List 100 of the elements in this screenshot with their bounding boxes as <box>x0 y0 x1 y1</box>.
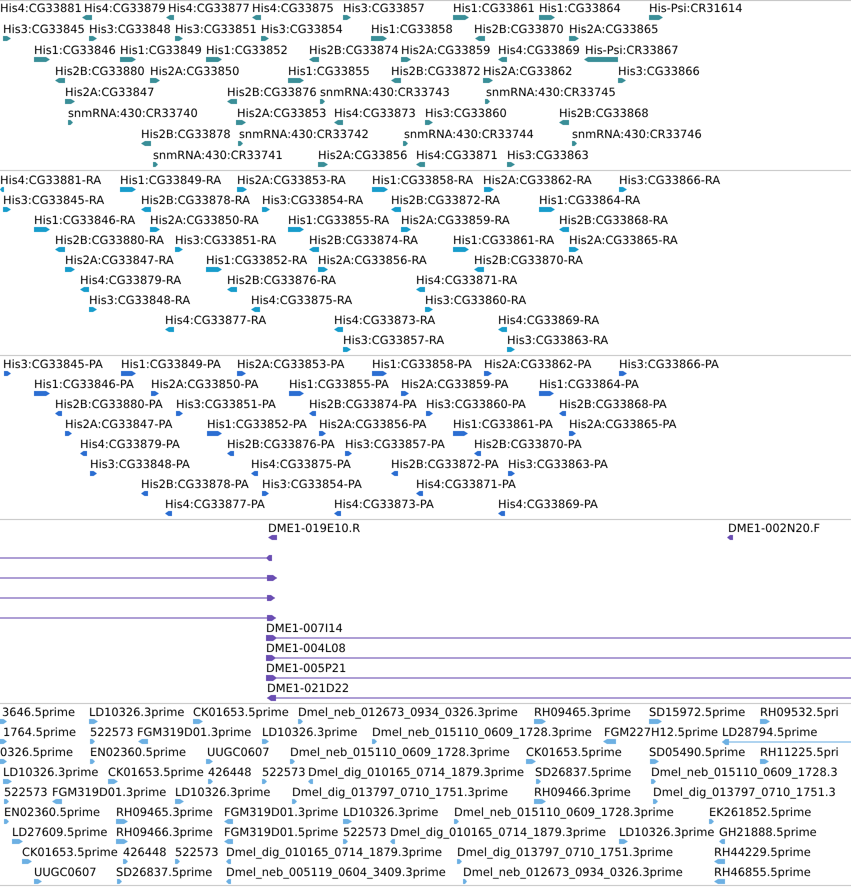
est-arrow-icon[interactable] <box>649 719 662 724</box>
est-arrow-icon[interactable] <box>290 759 295 764</box>
gene-arrow-icon[interactable] <box>371 36 387 41</box>
gene-arrow-icon[interactable] <box>453 15 469 20</box>
transcript-arrow-icon[interactable] <box>484 187 494 192</box>
est-arrow-icon[interactable] <box>4 799 9 804</box>
est-arrow-icon[interactable] <box>224 839 233 844</box>
clone-arrow-icon[interactable] <box>268 535 277 540</box>
gene-arrow-icon[interactable] <box>572 141 577 146</box>
transcript-arrow-icon[interactable] <box>539 207 555 212</box>
est-arrow-icon[interactable] <box>90 759 95 764</box>
est-arrow-icon[interactable] <box>619 839 628 844</box>
est-arrow-icon[interactable] <box>138 739 148 744</box>
protein-arrow-icon[interactable] <box>498 511 505 516</box>
gene-arrow-icon[interactable] <box>403 141 408 146</box>
transcript-arrow-icon[interactable] <box>80 287 89 292</box>
transcript-arrow-icon[interactable] <box>401 227 411 232</box>
gene-arrow-icon[interactable] <box>288 78 304 83</box>
est-arrow-icon[interactable] <box>52 799 62 804</box>
est-arrow-icon[interactable] <box>206 759 213 764</box>
protein-arrow-icon[interactable] <box>262 491 269 496</box>
protein-arrow-icon[interactable] <box>237 371 246 376</box>
gene-arrow-icon[interactable] <box>334 120 343 125</box>
gene-arrow-icon[interactable] <box>227 99 237 104</box>
gene-arrow-icon[interactable] <box>55 78 65 83</box>
protein-arrow-icon[interactable] <box>416 491 423 496</box>
gene-arrow-icon[interactable] <box>141 141 151 146</box>
est-arrow-icon[interactable] <box>390 839 395 844</box>
transcript-arrow-icon[interactable] <box>559 227 569 232</box>
est-arrow-icon[interactable] <box>12 839 23 844</box>
transcript-arrow-icon[interactable] <box>237 187 247 192</box>
protein-arrow-icon[interactable] <box>4 371 11 376</box>
est-arrow-icon[interactable] <box>719 839 725 844</box>
transcript-arrow-icon[interactable] <box>34 227 50 232</box>
protein-arrow-icon[interactable] <box>151 391 159 396</box>
gene-arrow-icon[interactable] <box>68 120 73 125</box>
est-arrow-icon[interactable] <box>226 859 231 864</box>
gene-arrow-icon[interactable] <box>483 78 493 83</box>
est-arrow-icon[interactable] <box>0 739 7 744</box>
protein-arrow-icon[interactable] <box>65 431 72 436</box>
est-arrow-icon[interactable] <box>208 779 213 784</box>
est-arrow-icon[interactable] <box>343 819 352 824</box>
est-arrow-icon[interactable] <box>709 819 714 824</box>
transcript-arrow-icon[interactable] <box>165 327 174 332</box>
protein-arrow-icon[interactable] <box>251 471 258 476</box>
protein-arrow-icon[interactable] <box>55 411 62 416</box>
gene-arrow-icon[interactable] <box>416 162 425 167</box>
transcript-arrow-icon[interactable] <box>507 347 515 352</box>
gene-arrow-icon[interactable] <box>569 36 579 41</box>
gene-arrow-icon[interactable] <box>498 57 507 62</box>
protein-arrow-icon[interactable] <box>569 431 576 436</box>
gene-arrow-icon[interactable] <box>401 57 411 62</box>
gene-arrow-icon[interactable] <box>175 36 183 41</box>
est-arrow-icon[interactable] <box>454 819 459 824</box>
est-arrow-icon[interactable] <box>262 739 269 744</box>
transcript-arrow-icon[interactable] <box>175 247 183 252</box>
est-arrow-icon[interactable] <box>372 739 377 744</box>
transcript-arrow-icon[interactable] <box>206 267 222 272</box>
gene-arrow-icon[interactable] <box>507 162 515 167</box>
gene-arrow-icon[interactable] <box>559 120 569 125</box>
est-arrow-icon[interactable] <box>108 779 118 784</box>
est-arrow-icon[interactable] <box>650 759 659 764</box>
protein-arrow-icon[interactable] <box>391 471 398 476</box>
est-arrow-icon[interactable] <box>116 819 128 824</box>
protein-arrow-icon[interactable] <box>80 451 87 456</box>
protein-arrow-icon[interactable] <box>34 391 50 396</box>
protein-arrow-icon[interactable] <box>90 471 97 476</box>
transcript-arrow-icon[interactable] <box>391 207 401 212</box>
transcript-arrow-icon[interactable] <box>619 187 627 192</box>
est-arrow-icon[interactable] <box>714 859 725 864</box>
transcript-arrow-icon[interactable] <box>318 267 328 272</box>
protein-arrow-icon[interactable] <box>474 451 481 456</box>
gene-arrow-icon[interactable] <box>649 15 663 20</box>
protein-arrow-icon[interactable] <box>453 431 468 436</box>
gene-arrow-icon[interactable] <box>238 141 243 146</box>
est-arrow-icon[interactable] <box>457 859 462 864</box>
est-arrow-icon[interactable] <box>90 739 95 744</box>
gene-arrow-icon[interactable] <box>475 36 485 41</box>
gene-arrow-icon[interactable] <box>343 15 351 20</box>
protein-arrow-icon[interactable] <box>484 371 492 376</box>
est-arrow-icon[interactable] <box>534 719 546 724</box>
est-arrow-icon[interactable] <box>116 839 128 844</box>
transcript-arrow-icon[interactable] <box>569 247 579 252</box>
gene-arrow-icon[interactable] <box>391 78 401 83</box>
protein-arrow-icon[interactable] <box>426 411 433 416</box>
transcript-arrow-icon[interactable] <box>0 187 4 192</box>
gene-arrow-icon[interactable] <box>120 57 136 62</box>
est-arrow-icon[interactable] <box>0 719 7 724</box>
gene-arrow-icon[interactable] <box>65 99 75 104</box>
est-arrow-icon[interactable] <box>603 739 616 744</box>
transcript-arrow-icon[interactable] <box>65 267 75 272</box>
transcript-arrow-icon[interactable] <box>474 267 484 272</box>
protein-arrow-icon[interactable] <box>619 371 627 376</box>
protein-arrow-icon[interactable] <box>319 431 326 436</box>
gene-arrow-icon[interactable] <box>150 78 160 83</box>
est-arrow-icon[interactable] <box>653 799 658 804</box>
gene-arrow-icon[interactable] <box>236 120 246 125</box>
transcript-arrow-icon[interactable] <box>334 327 343 332</box>
est-arrow-icon[interactable] <box>3 779 12 784</box>
est-arrow-icon[interactable] <box>117 879 122 884</box>
